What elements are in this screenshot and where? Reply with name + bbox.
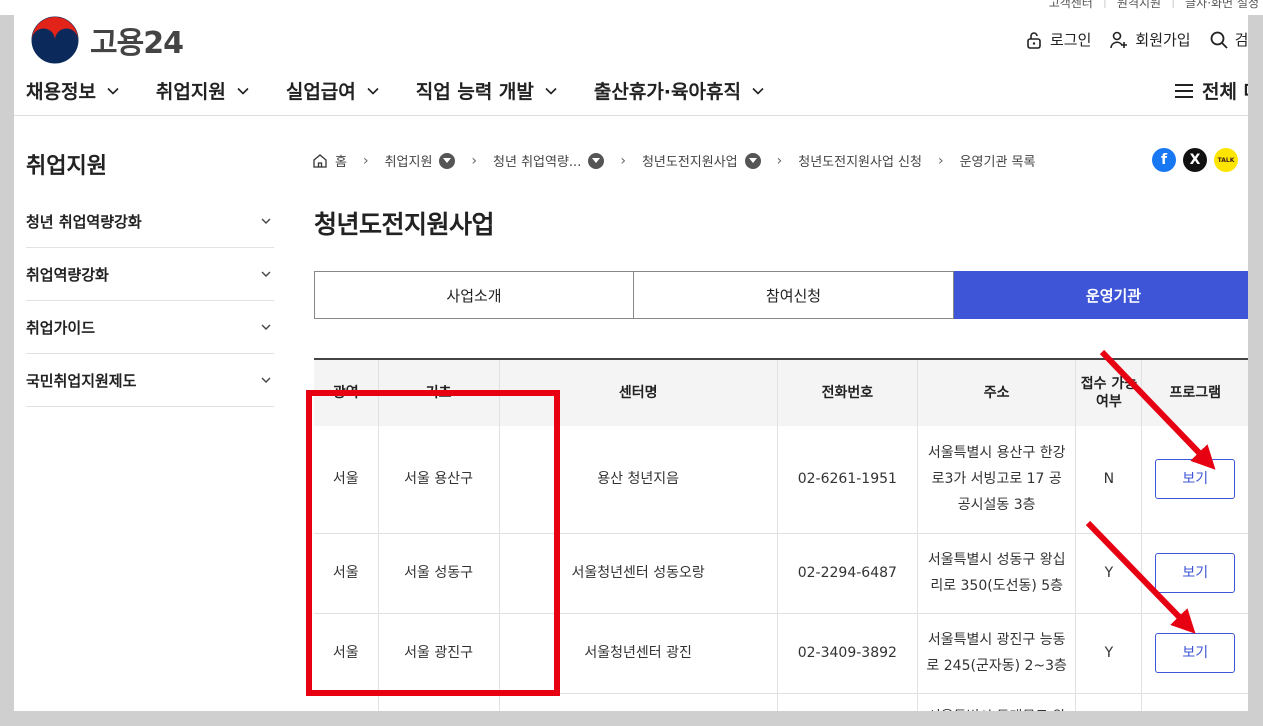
annotation-arrows	[1085, 349, 1216, 634]
arrow-icon	[1099, 349, 1216, 470]
arrow-icon	[1085, 520, 1196, 634]
